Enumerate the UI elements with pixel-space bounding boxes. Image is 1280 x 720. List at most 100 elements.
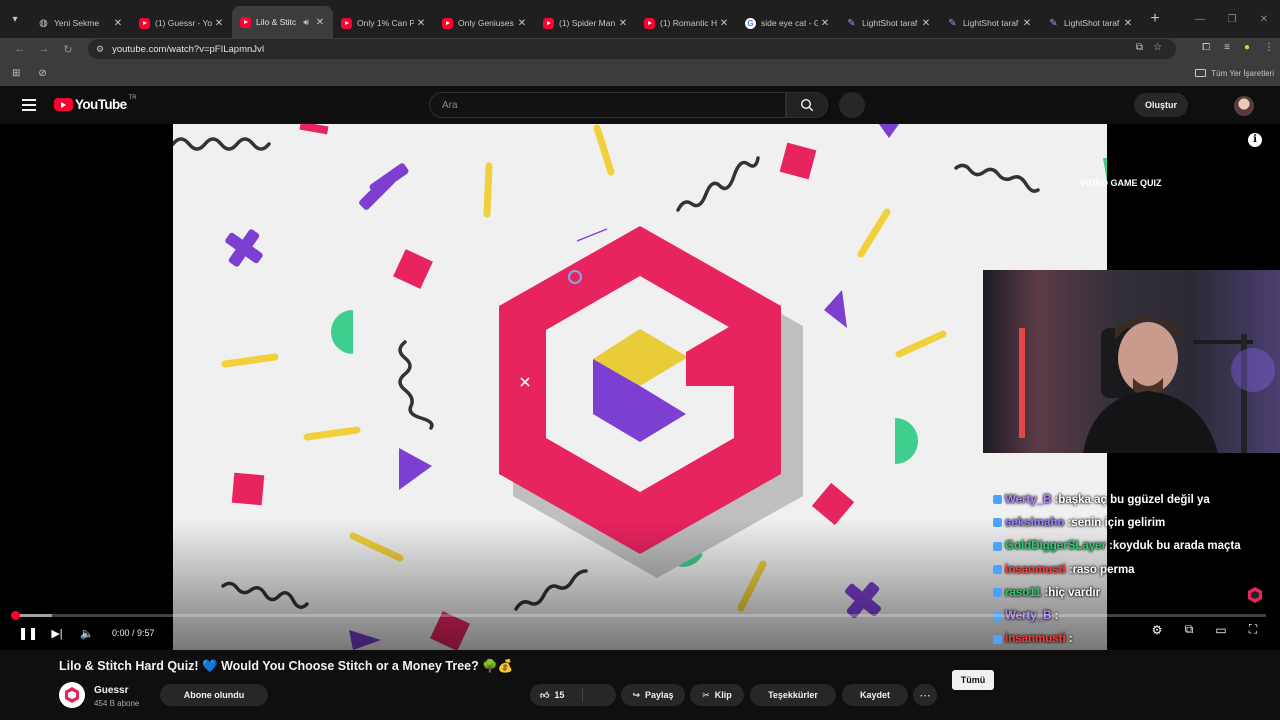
back-icon[interactable]: ← — [8, 43, 32, 55]
close-tab-icon[interactable]: ✕ — [717, 18, 731, 29]
browser-tab[interactable]: side eye cat - G✕ — [737, 8, 838, 38]
close-tab-icon[interactable]: ✕ — [414, 18, 428, 29]
close-tab-icon[interactable]: ✕ — [111, 18, 125, 29]
close-window-icon[interactable]: ✕ — [1248, 14, 1280, 25]
window-controls: — ❐ ✕ — [1184, 0, 1280, 38]
bookmark-apps: ⊞ ⊘ — [12, 68, 47, 79]
lightshot-icon: ✎ — [948, 17, 957, 29]
close-tab-icon[interactable]: ✕ — [212, 18, 226, 29]
chat-username: insanmusti — [1005, 563, 1066, 576]
save-button[interactable]: Kaydet — [842, 684, 908, 706]
clip-button[interactable]: ✂ Klip — [690, 684, 744, 706]
browser-tab[interactable]: Only Geniuses ✕ — [434, 8, 535, 38]
chat-text: hiç vardır — [1048, 586, 1101, 599]
youtube-icon — [139, 17, 150, 29]
browser-tab[interactable]: ◍ Yeni Sekme ✕ — [30, 8, 131, 38]
lightshot-icon: ✎ — [1049, 17, 1058, 29]
bookmark-star-icon[interactable]: ☆ — [1153, 42, 1162, 53]
progress-bar[interactable] — [11, 611, 1266, 620]
browser-tab[interactable]: (1) Romantic H ✕ — [636, 8, 737, 38]
thanks-button[interactable]: Teşekkürler — [750, 684, 836, 706]
folder-icon — [1195, 69, 1207, 77]
new-tab-icon[interactable]: + — [1141, 10, 1169, 28]
video-info: Lilo & Stitch Hard Quiz! 💙 Would You Cho… — [0, 650, 1280, 720]
share-label: Paylaş — [645, 690, 674, 700]
voice-search-button[interactable] — [839, 92, 865, 118]
extensions-icon[interactable]: ⧠ — [1202, 42, 1210, 53]
tab-title: Lilo & Stitc — [256, 17, 297, 27]
chat-message: seksimaho: senin için gelirim — [993, 511, 1280, 534]
browser-tab[interactable]: ✎ LightShot taraf ✕ — [1040, 8, 1141, 38]
youtube-logo[interactable]: YouTube TR — [54, 95, 137, 112]
site-info-icon[interactable]: ⚙ — [96, 44, 104, 55]
youtube-wordmark: YouTube — [75, 97, 127, 112]
menu-icon[interactable] — [22, 99, 36, 114]
bookmarks-bar: ⊞ ⊘ Tüm Yer İşaretleri — [0, 60, 1280, 86]
browser-tab[interactable]: Only 1% Can P ✕ — [333, 8, 434, 38]
close-tab-icon[interactable]: ✕ — [919, 18, 933, 29]
all-bookmarks[interactable]: Tüm Yer İşaretleri — [1195, 69, 1274, 78]
chat-badge-icon — [993, 565, 1002, 575]
browser-tab[interactable]: ✎ LightShot taraf ✕ — [939, 8, 1040, 38]
reload-icon[interactable]: ↻ — [56, 43, 80, 56]
extension-icon[interactable]: ● — [1244, 42, 1250, 53]
tab-title: (1) Guessr - Yo — [155, 18, 212, 28]
bookmark-site-icon[interactable]: ⊘ — [38, 68, 46, 79]
channel-name[interactable]: Guessr — [94, 685, 128, 696]
minimize-icon[interactable]: — — [1184, 14, 1216, 25]
close-tab-icon[interactable]: ✕ — [313, 17, 327, 28]
channel-watermark-icon[interactable] — [1246, 586, 1264, 604]
chat-text: koyduk bu arada maçta — [1112, 540, 1241, 553]
scissors-icon: ✂ — [702, 689, 710, 700]
tab-title: (1) Spider Man — [559, 18, 616, 28]
browser-tab[interactable]: ✎ LightShot taraf ✕ — [838, 8, 939, 38]
volume-icon[interactable]: 🔈 — [72, 627, 102, 640]
theater-mode-icon[interactable]: ▭ — [1212, 623, 1230, 637]
miniplayer-icon[interactable]: ⧉ — [1180, 622, 1198, 637]
close-tab-icon[interactable]: ✕ — [1121, 18, 1135, 29]
share-button[interactable]: ↪ Paylaş — [621, 684, 685, 706]
chat-text: raso perma — [1072, 563, 1135, 576]
chat-message: raso11: hiç vardır — [993, 581, 1280, 604]
url-bar[interactable]: ⚙ youtube.com/watch?v=pFILapmnJvI — [88, 39, 1176, 59]
browser-tab-strip: ▾ ◍ Yeni Sekme ✕ (1) Guessr - Yo ✕ Lilo & Sti… — [0, 0, 1280, 38]
timecode: 0:00 / 9:57 — [112, 628, 155, 638]
like-button[interactable]: 👍︎ 15 — [530, 684, 616, 706]
close-tab-icon[interactable]: ✕ — [515, 18, 529, 29]
tab-list: ◍ Yeni Sekme ✕ (1) Guessr - Yo ✕ Lilo & Stitc… — [30, 0, 1141, 38]
scrubber-handle[interactable] — [11, 611, 20, 620]
search-icon — [800, 98, 814, 112]
create-button[interactable]: Oluştur — [1134, 93, 1188, 117]
next-video-icon[interactable]: ▶| — [42, 627, 72, 640]
apps-grid-icon[interactable]: ⊞ — [12, 68, 20, 79]
browser-tab[interactable]: (1) Spider Man ✕ — [535, 8, 636, 38]
close-tab-icon[interactable]: ✕ — [818, 18, 832, 29]
browser-tab[interactable]: (1) Guessr - Yo ✕ — [131, 8, 232, 38]
forward-icon[interactable]: → — [32, 43, 56, 55]
subscriber-count: 454 B abone — [94, 699, 140, 708]
more-actions-icon[interactable]: ⋯ — [913, 684, 937, 706]
search-input[interactable]: Ara — [429, 92, 786, 118]
tab-search-icon[interactable]: ▾ — [0, 4, 30, 34]
maximize-icon[interactable]: ❐ — [1216, 14, 1248, 25]
menu-dots-icon[interactable]: ⋮ — [1264, 42, 1274, 53]
close-tab-icon[interactable]: ✕ — [616, 18, 630, 29]
fullscreen-icon[interactable]: ⛶ — [1244, 622, 1262, 637]
avatar[interactable] — [1234, 96, 1254, 116]
tab-audio-icon[interactable]: 🔊︎ — [303, 17, 309, 28]
close-tab-icon[interactable]: ✕ — [1020, 18, 1034, 29]
info-icon[interactable]: i — [1248, 133, 1262, 147]
browser-tab[interactable]: Lilo & Stitc 🔊︎ ✕ — [232, 6, 333, 38]
channel-avatar[interactable] — [59, 682, 85, 708]
youtube-icon — [644, 17, 655, 29]
thumbs-up-icon: 👍︎ — [540, 689, 550, 700]
pause-icon[interactable]: ❚❚ — [14, 626, 42, 640]
tab-title: side eye cat - G — [761, 18, 818, 28]
install-app-icon[interactable]: ⧉ — [1136, 42, 1143, 53]
search-button[interactable] — [786, 92, 828, 118]
youtube-play-icon — [54, 98, 73, 111]
settings-icon[interactable]: ⚙ — [1148, 623, 1166, 637]
video-player[interactable]: i Werty_B: başka aç bu ggüzel değil ya se… — [0, 124, 1280, 650]
reading-list-icon[interactable]: ≡ — [1224, 42, 1230, 53]
subscribe-button[interactable]: Abone olundu — [160, 684, 268, 706]
